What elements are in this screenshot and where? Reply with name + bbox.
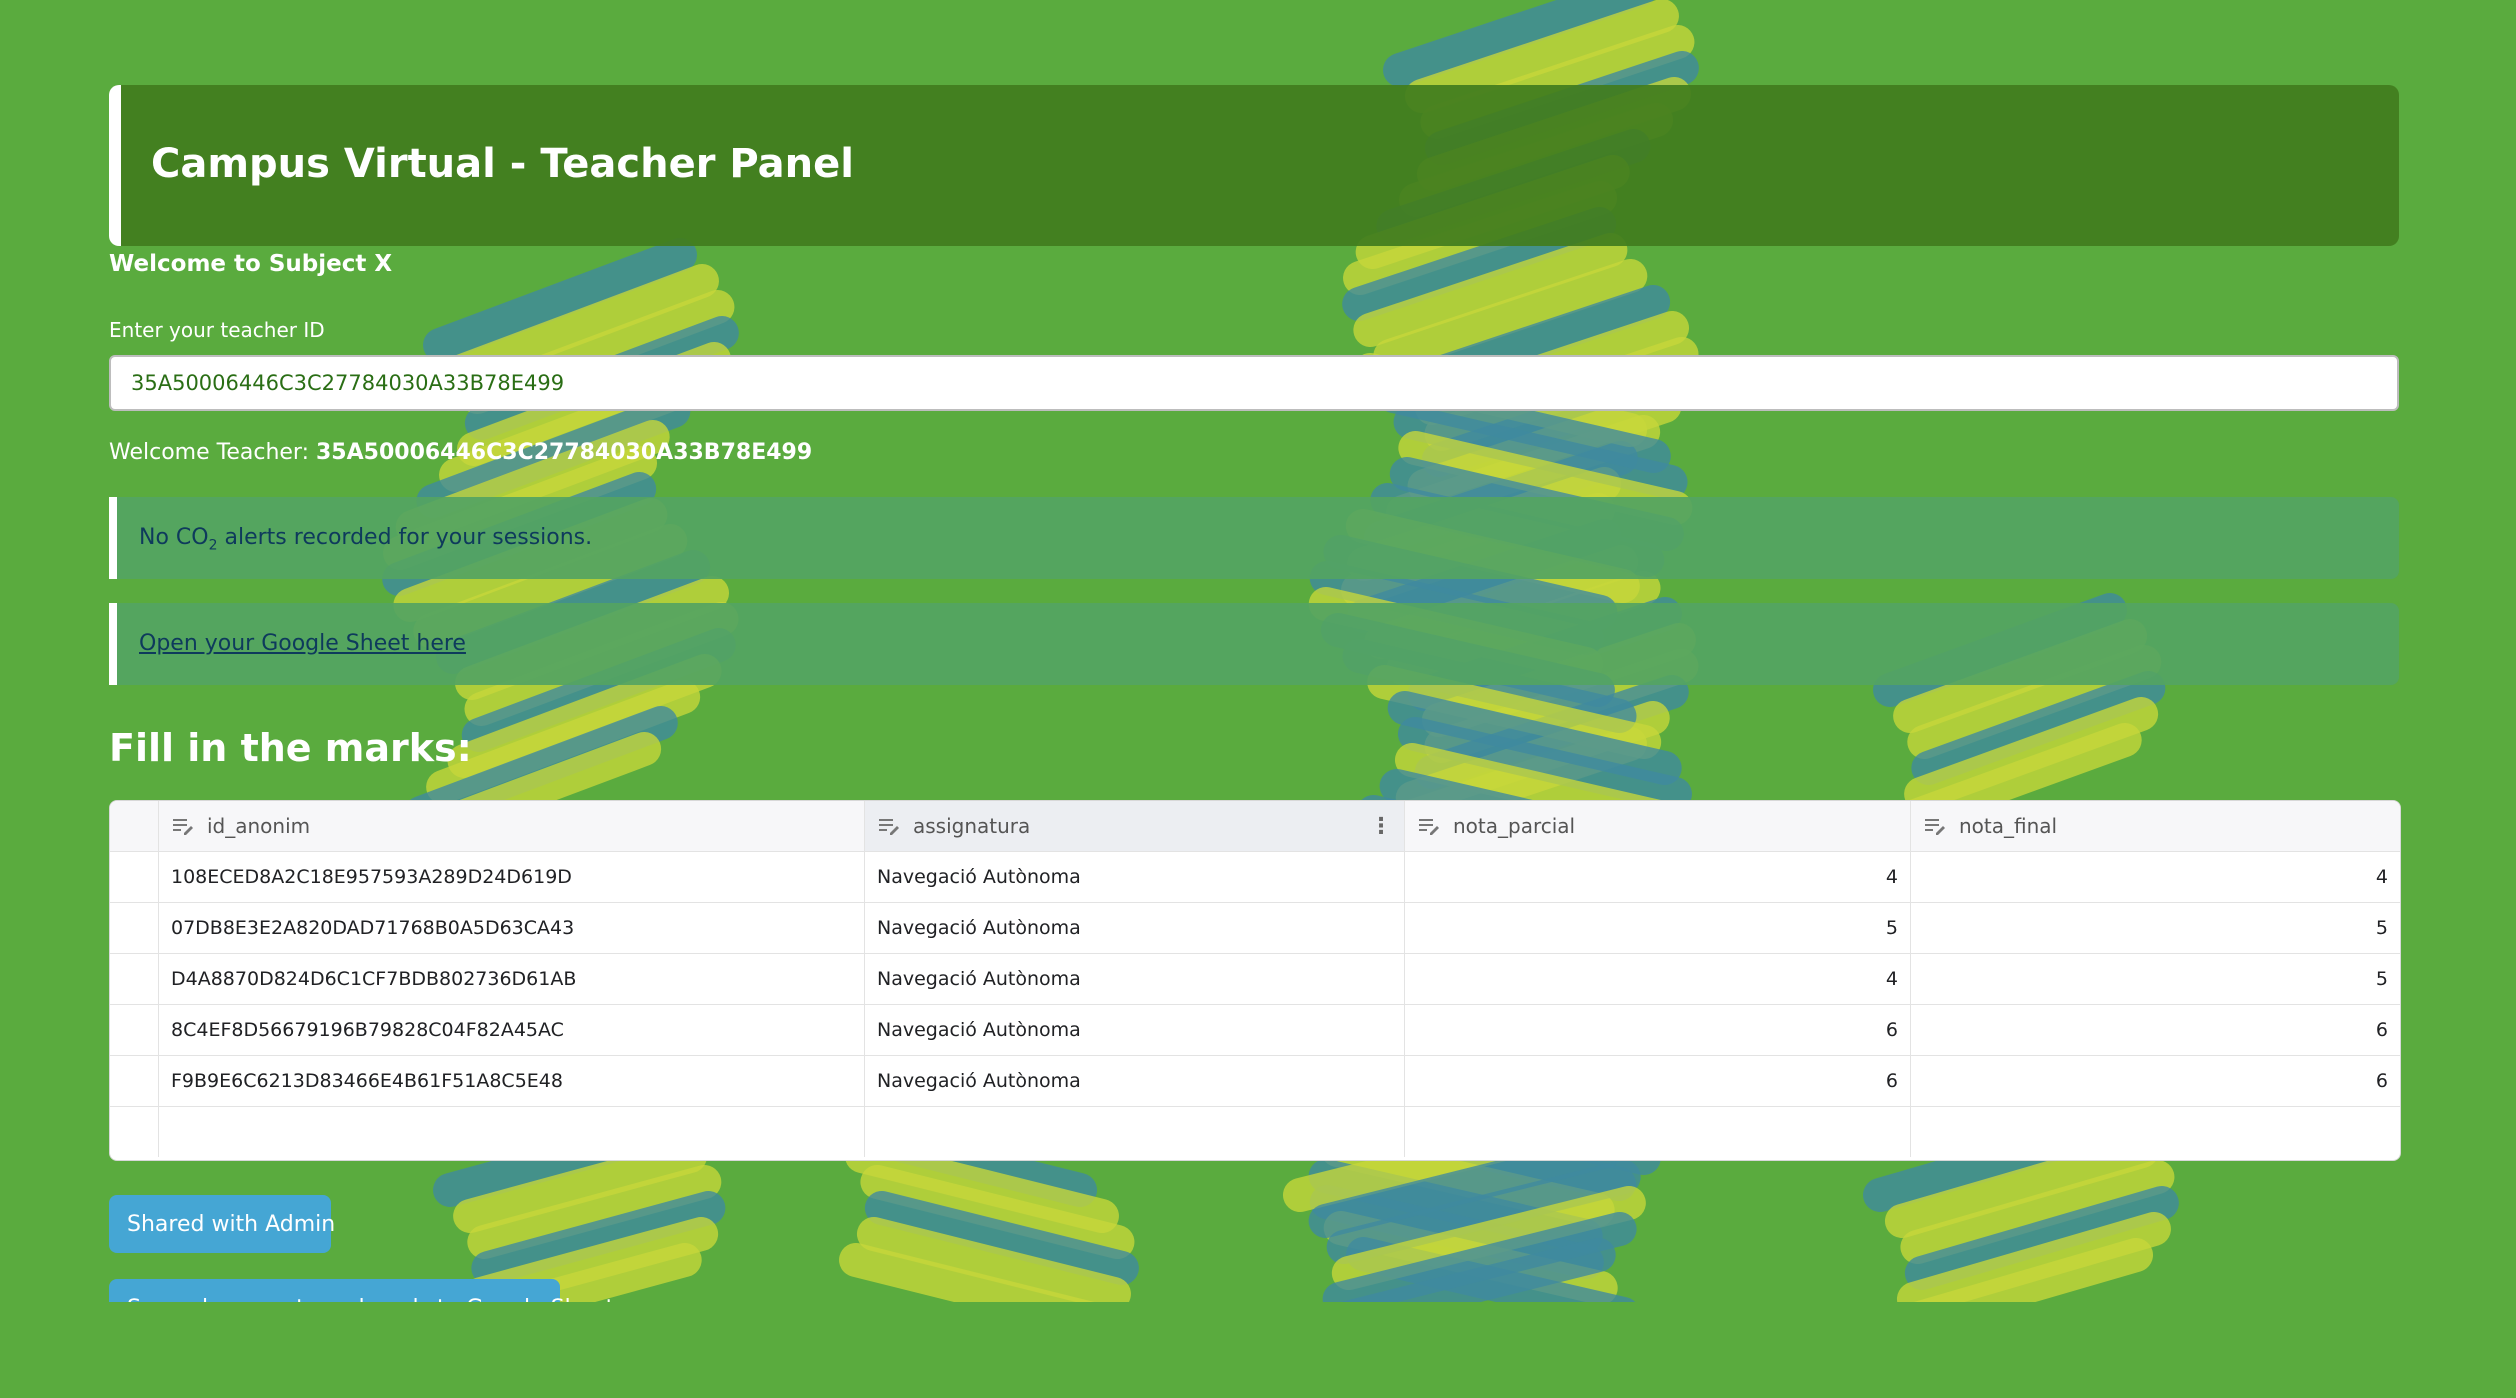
column-header-assignatura[interactable]: assignatura ⋮ <box>865 801 1405 851</box>
table-cell-nota-parcial[interactable]: 6 <box>1405 1005 1911 1055</box>
text-edit-icon <box>173 819 193 835</box>
table-cell-assignatura[interactable]: Navegació Autònoma <box>865 1005 1405 1055</box>
teacher-id-input[interactable] <box>109 355 2399 411</box>
text-edit-icon <box>1925 819 1945 835</box>
teacher-panel-page: Campus Virtual - Teacher Panel Welcome t… <box>0 0 2516 1398</box>
row-index-cell[interactable] <box>110 954 159 1004</box>
column-title: id_anonim <box>207 814 311 838</box>
table-cell-id-anonim[interactable]: 8C4EF8D56679196B79828C04F82A45AC <box>159 1005 865 1055</box>
google-sheet-link[interactable]: Open your Google Sheet here <box>139 631 466 656</box>
empty-cell[interactable] <box>1405 1107 1911 1157</box>
table-row[interactable]: 07DB8E3E2A820DAD71768B0A5D63CA43 Navegaci… <box>110 903 2400 954</box>
shared-with-admin-button[interactable]: Shared with Admin <box>109 1195 335 1253</box>
page-bottom-area <box>0 1302 2516 1398</box>
table-cell-nota-parcial[interactable]: 4 <box>1405 852 1911 902</box>
page-header: Campus Virtual - Teacher Panel <box>109 85 2399 246</box>
welcome-prefix: Welcome Teacher: <box>109 440 309 465</box>
table-cell-id-anonim[interactable]: F9B9E6C6213D83466E4B61F51A8C5E48 <box>159 1056 865 1106</box>
text-edit-icon <box>879 819 899 835</box>
row-index-cell[interactable] <box>110 903 159 953</box>
empty-cell[interactable] <box>865 1107 1405 1157</box>
welcome-teacher-id: 35A50006446C3C27784030A33B78E499 <box>316 440 813 465</box>
subject-welcome: Welcome to Subject X <box>109 251 393 277</box>
table-cell-nota-final[interactable]: 5 <box>1911 954 2400 1004</box>
table-cell-id-anonim[interactable]: 07DB8E3E2A820DAD71768B0A5D63CA43 <box>159 903 865 953</box>
table-cell-nota-parcial[interactable]: 6 <box>1405 1056 1911 1106</box>
table-cell-nota-parcial[interactable]: 5 <box>1405 903 1911 953</box>
column-menu-icon[interactable]: ⋮ <box>1370 814 1392 839</box>
empty-cell[interactable] <box>110 1107 159 1157</box>
table-cell-assignatura[interactable]: Navegació Autònoma <box>865 1056 1405 1106</box>
table-row[interactable]: 108ECED8A2C18E957593A289D24D619D Navegaci… <box>110 852 2400 903</box>
co2-text-end: alerts recorded for your sessions. <box>217 525 593 550</box>
empty-cell[interactable] <box>159 1107 865 1157</box>
empty-cell[interactable] <box>1911 1107 2400 1157</box>
table-cell-nota-final[interactable]: 6 <box>1911 1056 2400 1106</box>
text-edit-icon <box>1419 819 1439 835</box>
co2-alert-text: No CO2 alerts recorded for your sessions… <box>139 525 592 553</box>
column-title: nota_final <box>1959 814 2058 838</box>
co2-alert-box: No CO2 alerts recorded for your sessions… <box>109 497 2399 579</box>
sheet-link-box: Open your Google Sheet here <box>109 603 2399 685</box>
column-header-id-anonim[interactable]: id_anonim <box>159 801 865 851</box>
column-header-nota-final[interactable]: nota_final <box>1911 801 2400 851</box>
co2-subscript: 2 <box>208 537 218 554</box>
table-row[interactable]: 8C4EF8D56679196B79828C04F82A45AC Navegaci… <box>110 1005 2400 1056</box>
column-title: nota_parcial <box>1453 814 1576 838</box>
table-row[interactable]: F9B9E6C6213D83466E4B61F51A8C5E48 Navegaci… <box>110 1056 2400 1107</box>
column-header-nota-parcial[interactable]: nota_parcial <box>1405 801 1911 851</box>
column-title: assignatura <box>913 814 1031 838</box>
table-cell-nota-final[interactable]: 4 <box>1911 852 2400 902</box>
table-cell-nota-parcial[interactable]: 4 <box>1405 954 1911 1004</box>
table-empty-row[interactable] <box>110 1107 2400 1157</box>
table-row[interactable]: D4A8870D824D6C1CF7BDB802736D61AB Navegaci… <box>110 954 2400 1005</box>
teacher-id-label: Enter your teacher ID <box>109 318 325 342</box>
row-index-cell[interactable] <box>110 852 159 902</box>
table-cell-id-anonim[interactable]: D4A8870D824D6C1CF7BDB802736D61AB <box>159 954 865 1004</box>
table-cell-assignatura[interactable]: Navegació Autònoma <box>865 852 1405 902</box>
table-header-row: id_anonim assignatura ⋮ nota_parcial not… <box>110 801 2400 852</box>
row-index-cell[interactable] <box>110 1005 159 1055</box>
sheet-link-wrap: Open your Google Sheet here <box>139 631 466 656</box>
table-cell-assignatura[interactable]: Navegació Autònoma <box>865 954 1405 1004</box>
row-index-header <box>110 801 159 851</box>
page-title: Campus Virtual - Teacher Panel <box>151 141 854 187</box>
marks-heading: Fill in the marks: <box>109 726 472 770</box>
marks-table[interactable]: id_anonim assignatura ⋮ nota_parcial not… <box>109 800 2401 1161</box>
co2-text-start: No CO <box>139 525 209 550</box>
welcome-teacher: Welcome Teacher: 35A50006446C3C27784030A… <box>109 440 812 465</box>
table-cell-nota-final[interactable]: 6 <box>1911 1005 2400 1055</box>
table-cell-assignatura[interactable]: Navegació Autònoma <box>865 903 1405 953</box>
table-cell-id-anonim[interactable]: 108ECED8A2C18E957593A289D24D619D <box>159 852 865 902</box>
row-index-cell[interactable] <box>110 1056 159 1106</box>
table-cell-nota-final[interactable]: 5 <box>1911 903 2400 953</box>
